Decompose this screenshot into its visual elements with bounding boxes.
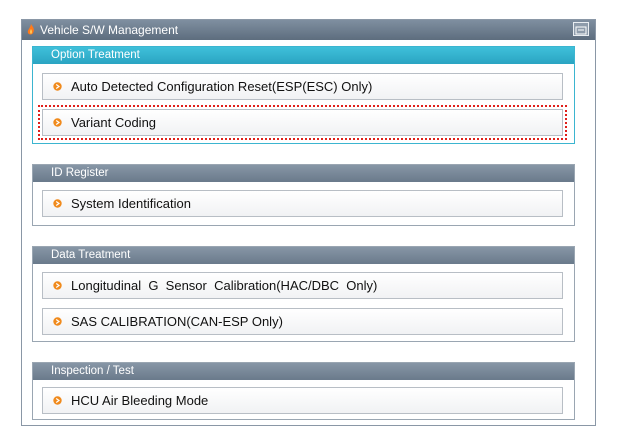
item-label: Longitudinal G Sensor Calibration(HAC/DB… xyxy=(71,278,378,293)
bullet-icon xyxy=(53,199,62,208)
bullet-icon xyxy=(53,281,62,290)
auto-detected-configuration-reset-button[interactable]: Auto Detected Configuration Reset(ESP(ES… xyxy=(42,73,563,100)
section-header: Option Treatment xyxy=(33,47,574,64)
vehicle-sw-management-window: Vehicle S/W Management Option Treatment … xyxy=(21,19,596,426)
section-inspection-test: Inspection / Test HCU Air Bleeding Mode xyxy=(32,362,575,420)
bullet-icon xyxy=(53,118,62,127)
section-option-treatment: Option Treatment Auto Detected Configura… xyxy=(32,46,575,144)
sas-calibration-button[interactable]: SAS CALIBRATION(CAN-ESP Only) xyxy=(42,308,563,335)
bullet-icon xyxy=(53,82,62,91)
flame-icon xyxy=(27,24,34,35)
item-label: HCU Air Bleeding Mode xyxy=(71,393,209,408)
item-label: Auto Detected Configuration Reset(ESP(ES… xyxy=(71,79,373,94)
bullet-icon xyxy=(53,317,62,326)
help-icon[interactable] xyxy=(573,22,589,36)
hcu-air-bleeding-mode-button[interactable]: HCU Air Bleeding Mode xyxy=(42,387,563,414)
section-id-register: ID Register System Identification xyxy=(32,164,575,226)
system-identification-button[interactable]: System Identification xyxy=(42,190,563,217)
item-label: SAS CALIBRATION(CAN-ESP Only) xyxy=(71,314,283,329)
section-data-treatment: Data Treatment Longitudinal G Sensor Cal… xyxy=(32,246,575,342)
item-label: Variant Coding xyxy=(71,115,157,130)
variant-coding-button[interactable]: Variant Coding xyxy=(38,105,567,140)
window-titlebar: Vehicle S/W Management xyxy=(22,20,595,40)
section-header: Inspection / Test xyxy=(33,363,574,380)
item-label: System Identification xyxy=(71,196,191,211)
window-title: Vehicle S/W Management xyxy=(40,23,179,37)
bullet-icon xyxy=(53,396,62,405)
section-header: Data Treatment xyxy=(33,247,574,264)
section-header: ID Register xyxy=(33,165,574,182)
longitudinal-g-sensor-calibration-button[interactable]: Longitudinal G Sensor Calibration(HAC/DB… xyxy=(42,272,563,299)
